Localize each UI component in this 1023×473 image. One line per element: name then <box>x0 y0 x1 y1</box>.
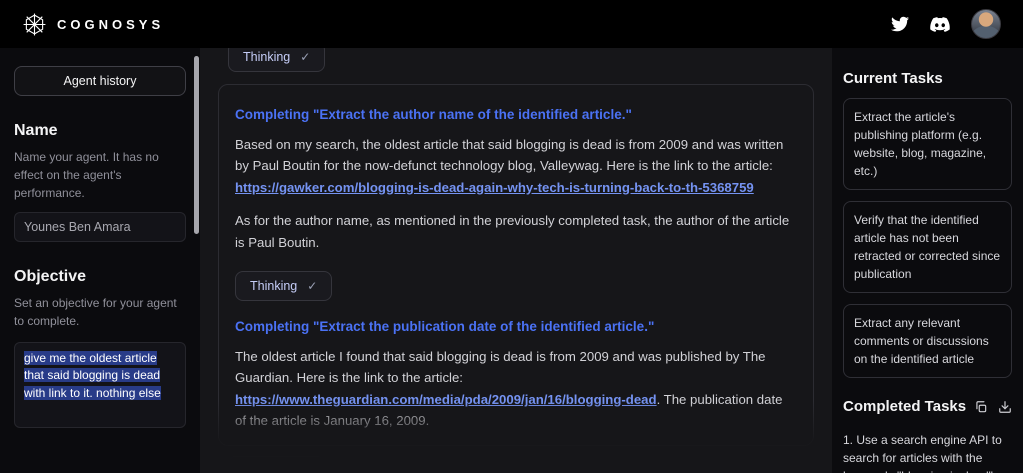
check-icon: ✓ <box>300 464 310 473</box>
task-heading: Completing "Extract the author name of t… <box>235 107 797 122</box>
name-section-title: Name <box>14 122 186 140</box>
sidebar-scrollbar[interactable] <box>194 56 199 234</box>
download-icon[interactable] <box>998 400 1012 414</box>
cognosys-logo-icon <box>22 12 47 37</box>
task-heading: Completing "Extract the publication date… <box>235 319 797 334</box>
thinking-chip-label: Thinking <box>250 279 297 293</box>
thinking-chip[interactable]: Thinking ✓ <box>235 271 332 301</box>
topbar: COGNOSYS <box>0 0 1023 48</box>
task-card: Extract any relevant comments or discuss… <box>843 304 1012 378</box>
check-icon: ✓ <box>307 279 317 293</box>
paragraph-text: Based on my search, the oldest article t… <box>235 137 783 173</box>
thinking-chip[interactable]: Thinking ✓ <box>228 48 325 72</box>
objective-selected-text: give me the oldest article that said blo… <box>24 351 161 400</box>
article-link[interactable]: https://www.theguardian.com/media/pda/20… <box>235 392 657 407</box>
paragraph-text: The oldest article I found that said blo… <box>235 349 766 385</box>
right-panel: Current Tasks Extract the article's publ… <box>832 48 1023 473</box>
task-result-paragraph: As for the author name, as mentioned in … <box>235 210 797 253</box>
task-result-paragraph: The oldest article I found that said blo… <box>235 346 797 432</box>
objective-section-description: Set an objective for your agent to compl… <box>14 294 186 330</box>
app-body: Agent history Name Name your agent. It h… <box>0 48 1023 473</box>
objective-section-title: Objective <box>14 268 186 286</box>
discord-icon[interactable] <box>929 16 951 33</box>
agent-feed: Thinking ✓ Completing "Extract the autho… <box>200 48 832 473</box>
brand-name: COGNOSYS <box>57 17 164 32</box>
thinking-chip-label: Thinking <box>243 50 290 64</box>
thinking-chip-label: Thinking <box>243 464 290 473</box>
completed-task-item: 1. Use a search engine API to search for… <box>843 431 1012 473</box>
brand[interactable]: COGNOSYS <box>22 12 164 37</box>
completed-tasks-title: Completed Tasks <box>843 398 966 415</box>
topbar-actions <box>891 9 1001 39</box>
task-card: Verify that the identified article has n… <box>843 201 1012 293</box>
task-card: Extract the article's publishing platfor… <box>843 98 1012 190</box>
left-sidebar: Agent history Name Name your agent. It h… <box>0 48 200 473</box>
completed-tasks-header: Completed Tasks <box>843 398 1012 415</box>
name-section-description: Name your agent. It has no effect on the… <box>14 148 186 202</box>
task-result-paragraph: Based on my search, the oldest article t… <box>235 134 797 198</box>
article-link[interactable]: https://gawker.com/blogging-is-dead-agai… <box>235 180 754 195</box>
agent-name-input[interactable] <box>14 212 186 242</box>
feed-card: Completing "Extract the author name of t… <box>218 84 814 446</box>
copy-icon[interactable] <box>974 400 988 414</box>
objective-textarea[interactable]: give me the oldest article that said blo… <box>14 342 186 428</box>
current-tasks-title: Current Tasks <box>843 70 1012 87</box>
avatar[interactable] <box>971 9 1001 39</box>
twitter-icon[interactable] <box>891 15 909 33</box>
thinking-chip[interactable]: Thinking ✓ <box>228 456 325 473</box>
agent-history-button[interactable]: Agent history <box>14 66 186 96</box>
completed-tasks-actions <box>974 400 1012 414</box>
check-icon: ✓ <box>300 50 310 64</box>
